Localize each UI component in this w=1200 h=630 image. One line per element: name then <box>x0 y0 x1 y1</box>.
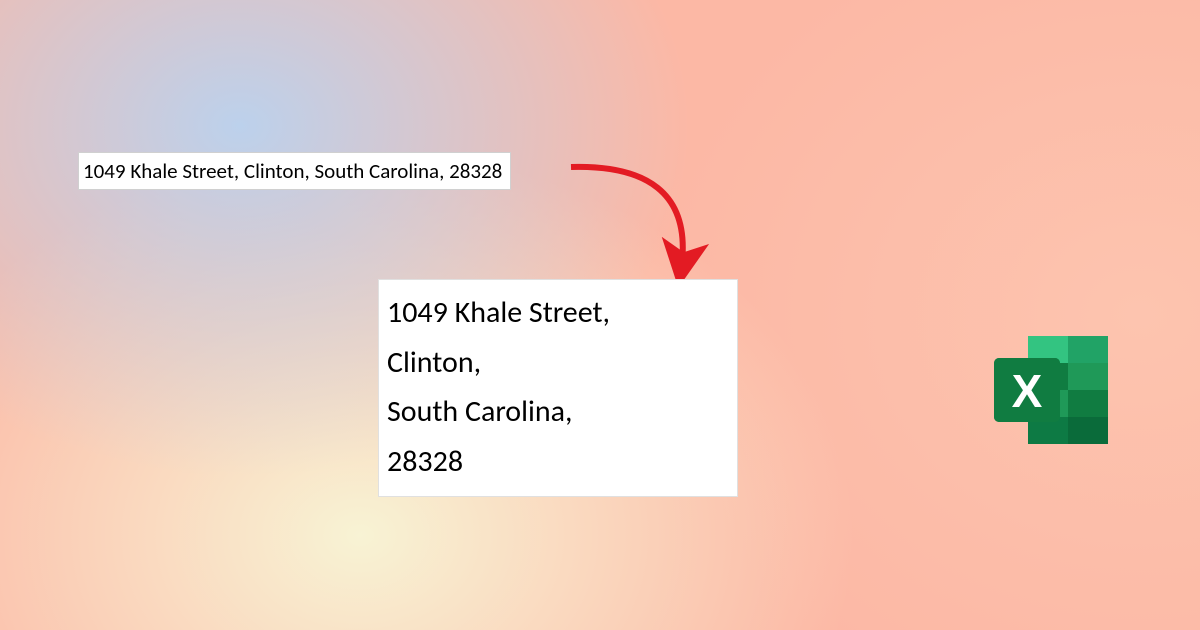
excel-icon: X <box>986 330 1116 450</box>
target-address-cell: 1049 Khale Street, Clinton, South Caroli… <box>378 279 738 497</box>
svg-text:X: X <box>1012 365 1043 417</box>
target-line-1: 1049 Khale Street, <box>387 288 725 338</box>
arrow-icon <box>563 155 763 285</box>
target-line-4: 28328 <box>387 437 725 487</box>
target-line-3: South Carolina, <box>387 387 725 437</box>
target-line-2: Clinton, <box>387 338 725 388</box>
source-address-cell: 1049 Khale Street, Clinton, South Caroli… <box>78 152 511 190</box>
